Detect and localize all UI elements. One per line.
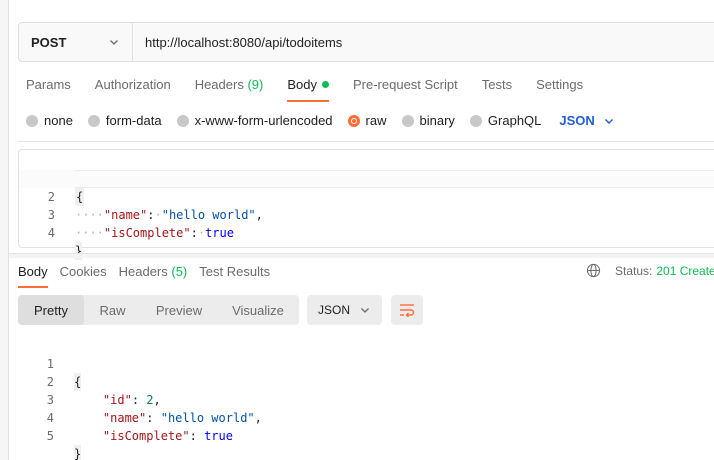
tab-cookies[interactable]: Cookies [60,264,107,288]
json-value: true [204,429,233,443]
code-line: 5 } [18,409,708,460]
code-line: 1 { [18,337,708,391]
radio-label: binary [419,113,455,128]
request-tabs: Params Authorization Headers (9) Body Pr… [26,77,607,102]
tab-test-results[interactable]: Test Results [199,264,270,288]
radio-label: x-www-form-urlencoded [194,113,333,128]
language-select[interactable]: JSON [559,113,614,128]
body-type-options: none form-data x-www-form-urlencoded raw… [26,113,615,128]
radio-icon [176,114,189,127]
tab-body[interactable]: Body [287,77,329,102]
request-body-editor[interactable]: 1 { 2 ····"name":·"hello world", 3 ····"… [18,149,714,260]
radio-label: none [44,113,73,128]
tab-response-body[interactable]: Body [18,264,48,288]
tab-params[interactable]: Params [26,77,71,101]
response-tabs: Body Cookies Headers (5) Test Results [18,264,282,288]
tab-label: Pre-request Script [352,77,458,92]
format-label: JSON [318,303,351,317]
radio-icon [87,114,100,127]
tab-authorization[interactable]: Authorization [95,77,171,101]
code-line: 2 "id": 2, [18,355,708,407]
tab-label: Authorization [94,77,171,92]
radio-x-www-form-urlencoded[interactable]: x-www-form-urlencoded [176,113,333,128]
method-select[interactable]: POST [19,23,133,61]
view-visualize[interactable]: Visualize [217,295,299,325]
tab-label: Settings [536,77,584,92]
tab-label: Cookies [59,264,107,279]
line-number: 5 [46,429,54,443]
wrap-lines-button[interactable] [391,295,423,325]
tab-pre-request-script[interactable]: Pre-request Script [353,77,458,101]
code-line: 3 ····"isComplete":·true [19,188,714,240]
code-text: "isComplete": true [102,429,233,443]
method-label: POST [31,34,67,50]
body-indicator-dot [321,81,329,88]
code-text: ····"isComplete":·true [75,226,234,240]
language-label: JSON [559,113,595,128]
tab-tests[interactable]: Tests [482,77,512,101]
code-line: 4 "isComplete": true [18,391,708,443]
globe-icon[interactable] [586,263,601,278]
tab-label: Tests [481,77,513,92]
status-label: Status: [615,263,653,278]
json-key: "isComplete" [102,429,190,443]
tab-label: Headers [118,264,168,279]
code-line: 4 } [19,206,714,260]
radio-raw[interactable]: raw [347,113,387,128]
headers-count: (5) [171,264,188,279]
radio-none[interactable]: none [26,113,73,128]
radio-icon [469,114,482,127]
tab-settings[interactable]: Settings [536,77,583,101]
tab-label: Headers [194,77,244,92]
response-body-viewer[interactable]: 1 { 2 "id": 2, 3 "name": "hello world", … [18,337,708,460]
tab-label: Body [287,77,317,92]
response-resize-handle[interactable] [9,253,714,258]
chevron-down-icon [604,118,613,124]
code-line: 3 "name": "hello world", [18,373,708,425]
line-number: 4 [47,226,55,240]
status-value[interactable]: 201 Created [656,264,714,278]
view-raw[interactable]: Raw [84,295,141,325]
radio-checked-icon [347,114,360,127]
radio-binary[interactable]: binary [401,113,455,128]
radio-icon [401,114,414,127]
tab-label: Body [18,264,48,279]
tab-headers[interactable]: Headers (9) [195,77,264,101]
wrap-lines-icon [400,304,415,317]
radio-form-data[interactable]: form-data [87,113,162,128]
tab-label: Test Results [199,264,271,279]
response-status: Status: 201 Created [586,263,714,278]
response-format-select[interactable]: JSON [307,295,382,325]
tab-label: Params [26,77,71,92]
request-bar: POST http://localhost:8080/api/todoitems [18,22,714,62]
json-key: "isComplete" [103,226,191,240]
radio-label: form-data [105,113,162,128]
radio-icon [26,114,38,127]
json-value: true [205,226,234,240]
chevron-down-icon [110,40,118,45]
radio-label: raw [365,113,387,128]
divider [18,141,714,142]
view-pretty[interactable]: Pretty [18,295,84,325]
brace: } [74,445,82,460]
radio-graphql[interactable]: GraphQL [469,113,542,128]
view-preview[interactable]: Preview [141,295,217,325]
chevron-down-icon [361,308,369,313]
view-mode-segmented: Pretty Raw Preview Visualize [18,295,299,325]
tab-response-headers[interactable]: Headers (5) [119,264,188,288]
url-input[interactable]: http://localhost:8080/api/todoitems [133,35,342,50]
sidebar-edge [0,0,9,460]
code-line: 1 { [19,152,714,206]
radio-label: GraphQL [487,113,542,128]
code-line: 2 ····"name":·"hello world", [19,170,714,222]
headers-count: (9) [247,77,264,92]
